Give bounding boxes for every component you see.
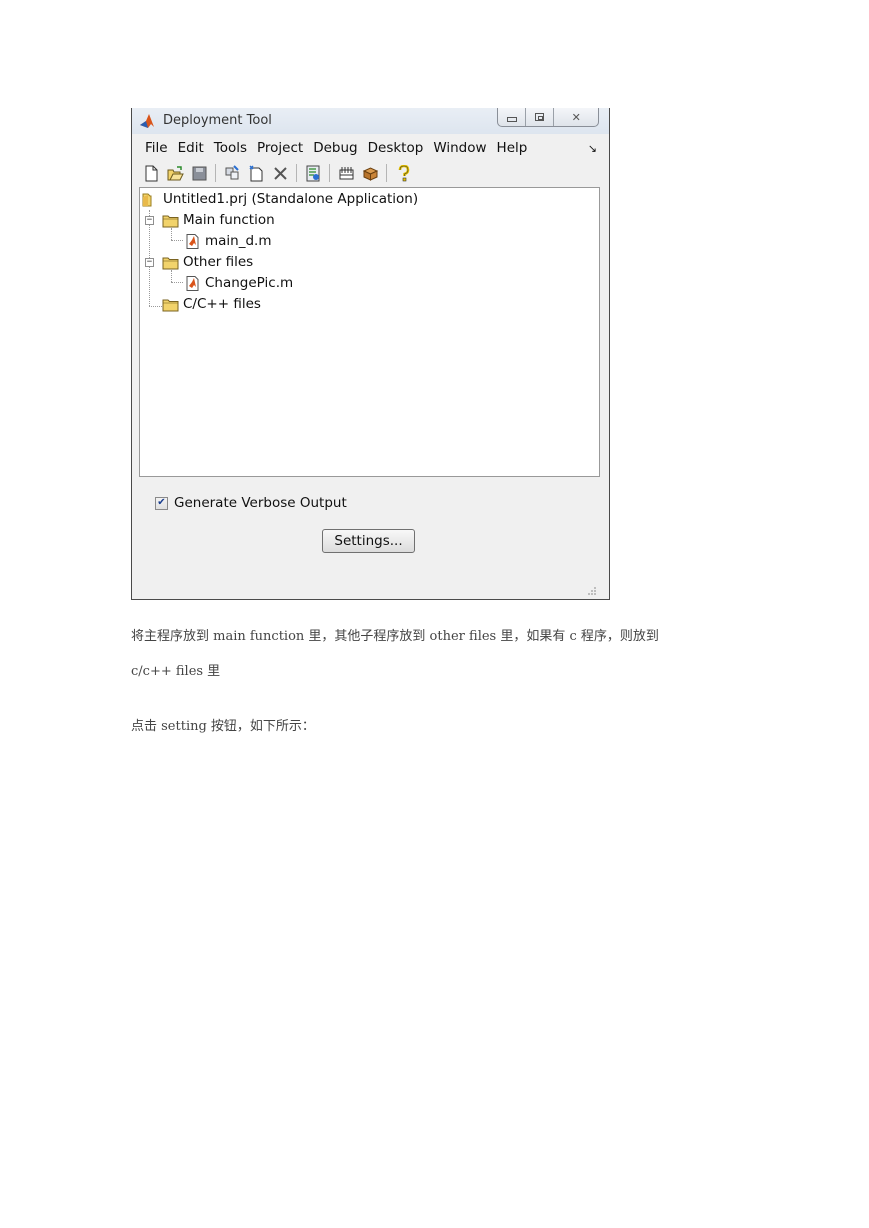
menu-window[interactable]: Window <box>428 140 491 156</box>
save-icon[interactable] <box>188 163 210 183</box>
menu-project[interactable]: Project <box>252 140 308 156</box>
tree-node-c-files[interactable]: C/C++ files <box>162 296 261 312</box>
folder-icon <box>162 297 179 312</box>
matlab-logo-icon <box>139 112 157 130</box>
dock-arrow-icon[interactable]: ↘ <box>588 142 597 155</box>
tree-connector-line <box>171 240 183 241</box>
settings-button[interactable]: Settings... <box>322 529 415 553</box>
window-title: Deployment Tool <box>163 113 272 128</box>
window-titlebar: Deployment Tool ✕ <box>132 108 609 134</box>
verbose-checkbox[interactable]: ✔ <box>155 496 168 510</box>
minimize-icon <box>506 117 517 122</box>
menu-desktop[interactable]: Desktop <box>363 140 429 156</box>
paragraph-line-2: c/c++ files 里 <box>131 664 221 679</box>
tree-node-main-function[interactable]: Main function <box>162 212 275 228</box>
toolbar-separator <box>329 164 330 182</box>
project-tree: Untitled1.prj (Standalone Application) −… <box>139 187 600 477</box>
maximize-button[interactable] <box>525 108 553 126</box>
tree-connector-line <box>171 228 172 240</box>
m-file-icon <box>184 233 201 249</box>
box-icon[interactable] <box>359 163 381 183</box>
tree-node-other-files[interactable]: Other files <box>162 254 253 270</box>
tree-connector-line <box>171 270 172 282</box>
tree-connector-line <box>149 306 162 307</box>
collapse-toggle-icon[interactable]: − <box>145 216 154 225</box>
toolbar-separator <box>386 164 387 182</box>
package-icon[interactable] <box>335 163 357 183</box>
menubar: File Edit Tools Project Debug Desktop Wi… <box>138 137 603 159</box>
tree-root-label: Untitled1.prj (Standalone Application) <box>163 191 419 207</box>
add-files-icon[interactable] <box>221 163 243 183</box>
toolbar <box>140 161 601 185</box>
verbose-output-option[interactable]: ✔ Generate Verbose Output <box>155 495 347 511</box>
resize-grip-icon[interactable] <box>587 586 597 596</box>
paragraph-line-3: 点击 setting 按钮，如下所示： <box>131 719 315 734</box>
build-icon[interactable] <box>302 163 324 183</box>
m-file-icon <box>184 275 201 291</box>
tree-node-label: C/C++ files <box>183 296 261 312</box>
tree-node-label: Other files <box>183 254 254 270</box>
new-file-icon[interactable] <box>140 163 162 183</box>
menu-debug[interactable]: Debug <box>308 140 362 156</box>
tree-connector-line <box>171 282 183 283</box>
menu-file[interactable]: File <box>138 140 173 156</box>
maximize-icon <box>535 113 545 121</box>
delete-icon[interactable] <box>269 163 291 183</box>
tree-node-label: Main function <box>183 212 275 228</box>
verbose-label: Generate Verbose Output <box>174 495 347 511</box>
tree-root-project[interactable]: Untitled1.prj (Standalone Application) <box>142 191 418 207</box>
tree-node-main-file[interactable]: main_d.m <box>184 233 272 249</box>
minimize-button[interactable] <box>498 108 525 126</box>
tree-node-other-file[interactable]: ChangePic.m <box>184 275 293 291</box>
close-button[interactable]: ✕ <box>553 108 598 126</box>
menu-tools[interactable]: Tools <box>209 140 252 156</box>
toolbar-separator <box>296 164 297 182</box>
menu-edit[interactable]: Edit <box>173 140 209 156</box>
folder-icon <box>162 213 179 228</box>
tree-node-label: ChangePic.m <box>205 275 294 291</box>
close-icon: ✕ <box>571 110 581 124</box>
collapse-toggle-icon[interactable]: − <box>145 258 154 267</box>
window-controls: ✕ <box>497 108 599 127</box>
menu-help[interactable]: Help <box>492 140 533 156</box>
new-item-icon[interactable] <box>245 163 267 183</box>
options-panel: ✔ Generate Verbose Output Settings... <box>139 477 600 599</box>
deployment-tool-window: Deployment Tool ✕ File Edit Tools Projec… <box>131 108 610 600</box>
paragraph-line-1: 将主程序放到 main function 里，其他子程序放到 other fil… <box>131 629 659 644</box>
project-folder-icon <box>142 192 159 207</box>
toolbar-separator <box>215 164 216 182</box>
help-icon[interactable] <box>392 163 414 183</box>
tree-node-label: main_d.m <box>205 233 272 249</box>
open-folder-icon[interactable] <box>164 163 186 183</box>
folder-icon <box>162 255 179 270</box>
